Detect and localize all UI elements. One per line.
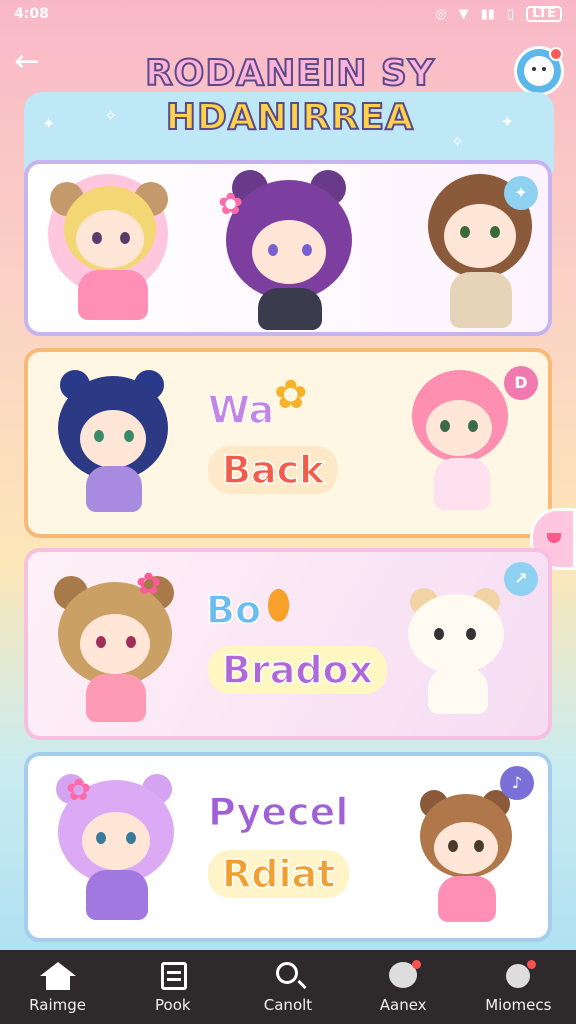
character-card-4[interactable]: ✿ Pyecel Rdiat ♪ [24, 752, 552, 942]
honey-pot-icon: ⬮ [266, 582, 292, 628]
sparkle-icon: ✦ [500, 112, 514, 131]
sparkle-icon: ✧ [104, 106, 118, 125]
chibi-purple-hair-illustration: ✿ [218, 170, 358, 330]
sparkle-icon: ✧ [450, 132, 464, 151]
nav-item-search[interactable]: Canolt [233, 960, 343, 1014]
chibi-bear-girl-small-illustration [416, 784, 526, 934]
chibi-lilac-hair-illustration: ✿ [52, 766, 182, 926]
nav-label: Aanex [379, 996, 427, 1014]
card-badge-1[interactable]: ✦ [504, 176, 538, 210]
nav-label: Pook [155, 996, 191, 1014]
chibi-bear-girl-illustration [48, 174, 178, 324]
card-word-1: Wa [207, 387, 275, 433]
chibi-pink-hair-illustration [408, 370, 518, 520]
nav-label: Canolt [263, 996, 313, 1014]
avatar-face-icon [524, 56, 554, 86]
app-title: RODANEIN SY HDANIRREA [140, 52, 440, 152]
title-line-1: RODANEIN SY [144, 52, 435, 95]
profile-avatar-button[interactable] [514, 46, 564, 96]
status-bar: 4:08 ◎ ▼ ▮▮ ▯ LTE [0, 0, 576, 28]
chibi-hamster-illustration [408, 584, 518, 724]
nav-label: Raimge [29, 996, 86, 1014]
book-icon [155, 960, 191, 992]
character-card-1[interactable]: ✿ ✦ [24, 160, 552, 336]
nav-item-people[interactable]: Miomecs [463, 960, 573, 1014]
character-card-3[interactable]: ✿ Bo ⬮ Bradox ↗ [24, 548, 552, 740]
card-badge-3[interactable]: ↗ [504, 562, 538, 596]
nav-item-home[interactable]: Raimge [3, 960, 113, 1014]
battery-indicator: LTE [526, 6, 562, 22]
sparkle-icon: ✦ [42, 114, 56, 133]
nav-item-face[interactable]: Aanex [348, 960, 458, 1014]
status-time: 4:08 [14, 6, 49, 22]
status-icons: ◎ ▼ ▮▮ ▯ LTE [435, 6, 562, 22]
notification-dot [549, 47, 563, 61]
flower-icon: ✿ [218, 187, 244, 222]
people-icon [500, 960, 537, 992]
title-line-2: HDANIRREA [165, 96, 415, 139]
card-word-2: Bradox [208, 646, 388, 694]
flower-icon: ✿ [136, 567, 162, 602]
card-badge-2[interactable]: D [504, 366, 538, 400]
chibi-bear-ears-illustration: ✿ [52, 566, 182, 726]
character-card-2[interactable]: Wa ✿ Back D [24, 348, 552, 538]
signal-icon: ▮▮ [480, 6, 495, 22]
card-word-1: Pyecel [207, 789, 349, 835]
search-icon [270, 960, 306, 992]
sunflower-icon: ✿ [274, 372, 308, 418]
face-icon [385, 960, 422, 992]
nav-item-book[interactable]: Pook [118, 960, 228, 1014]
back-arrow-icon[interactable]: ← [8, 44, 46, 82]
sim-icon: ▯ [506, 6, 515, 22]
bow-icon: ✿ [66, 773, 92, 808]
home-icon [39, 960, 76, 992]
card-word-2: Back [208, 446, 339, 494]
wifi-icon: ▼ [458, 6, 469, 22]
card-word-2: Rdiat [208, 850, 350, 898]
chibi-navy-hair-illustration [54, 366, 174, 516]
nav-label: Miomecs [485, 996, 552, 1014]
alarm-icon: ◎ [435, 6, 447, 22]
bottom-navigation: Raimge Pook Canolt Aanex Miomecs [0, 950, 576, 1024]
card-badge-4[interactable]: ♪ [500, 766, 534, 800]
card-word-1: Bo [205, 587, 262, 633]
